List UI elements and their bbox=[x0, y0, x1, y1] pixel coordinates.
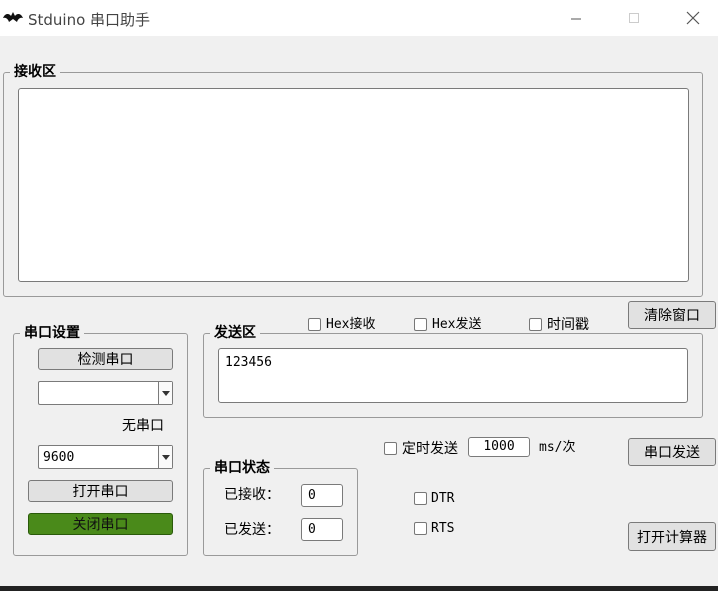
dtr-label: DTR bbox=[431, 491, 455, 506]
timestamp-checkbox[interactable] bbox=[529, 318, 542, 331]
minimize-button[interactable] bbox=[553, 0, 599, 36]
detect-port-button[interactable]: 检测串口 bbox=[38, 348, 173, 370]
close-icon bbox=[686, 11, 700, 25]
rts-checkbox[interactable] bbox=[414, 522, 427, 535]
window-title: Stduino 串口助手 bbox=[28, 11, 151, 29]
dtr-checkbox[interactable] bbox=[414, 492, 427, 505]
title-bar: Stduino 串口助手 bbox=[0, 0, 718, 36]
timed-send-checkbox[interactable] bbox=[384, 442, 397, 455]
app-logo-icon bbox=[3, 12, 23, 22]
close-port-button[interactable]: 关闭串口 bbox=[28, 513, 173, 535]
timed-unit-label: ms/次 bbox=[539, 440, 576, 455]
serial-status-legend: 串口状态 bbox=[210, 459, 274, 477]
hex-receive-label: Hex接收 bbox=[326, 317, 376, 332]
baud-select[interactable]: 9600 bbox=[38, 445, 173, 469]
maximize-icon bbox=[629, 13, 639, 23]
baud-select-value: 9600 bbox=[43, 450, 75, 465]
open-port-button[interactable]: 打开串口 bbox=[28, 480, 173, 502]
hex-send-checkbox[interactable] bbox=[414, 318, 427, 331]
timed-send-label: 定时发送 bbox=[402, 441, 458, 457]
timestamp-label: 时间戳 bbox=[547, 317, 589, 333]
no-port-label: 无串口 bbox=[122, 418, 164, 434]
sent-count-field[interactable]: 0 bbox=[301, 518, 343, 541]
rts-label: RTS bbox=[431, 521, 455, 536]
bottom-edge bbox=[0, 586, 718, 591]
received-label: 已接收： bbox=[224, 487, 280, 503]
minimize-icon bbox=[571, 18, 581, 20]
receive-textarea[interactable] bbox=[18, 88, 689, 282]
hex-receive-checkbox[interactable] bbox=[308, 318, 321, 331]
serial-status-group bbox=[203, 468, 358, 556]
send-legend: 发送区 bbox=[210, 324, 260, 342]
serial-settings-legend: 串口设置 bbox=[20, 324, 84, 342]
received-count-field[interactable]: 0 bbox=[301, 484, 343, 507]
chevron-down-icon bbox=[158, 382, 172, 404]
clear-window-button[interactable]: 清除窗口 bbox=[628, 301, 716, 329]
chevron-down-icon bbox=[158, 446, 172, 468]
receive-legend: 接收区 bbox=[10, 63, 60, 81]
serial-send-button[interactable]: 串口发送 bbox=[628, 438, 716, 466]
send-textarea[interactable]: 123456 bbox=[218, 348, 688, 403]
hex-send-label: Hex发送 bbox=[432, 317, 482, 332]
close-window-button[interactable] bbox=[670, 0, 716, 36]
timed-interval-input[interactable]: 1000 bbox=[468, 437, 530, 457]
sent-label: 已发送： bbox=[224, 522, 280, 538]
maximize-button[interactable] bbox=[611, 0, 657, 36]
port-select[interactable] bbox=[38, 381, 173, 405]
open-calculator-button[interactable]: 打开计算器 bbox=[628, 522, 716, 551]
